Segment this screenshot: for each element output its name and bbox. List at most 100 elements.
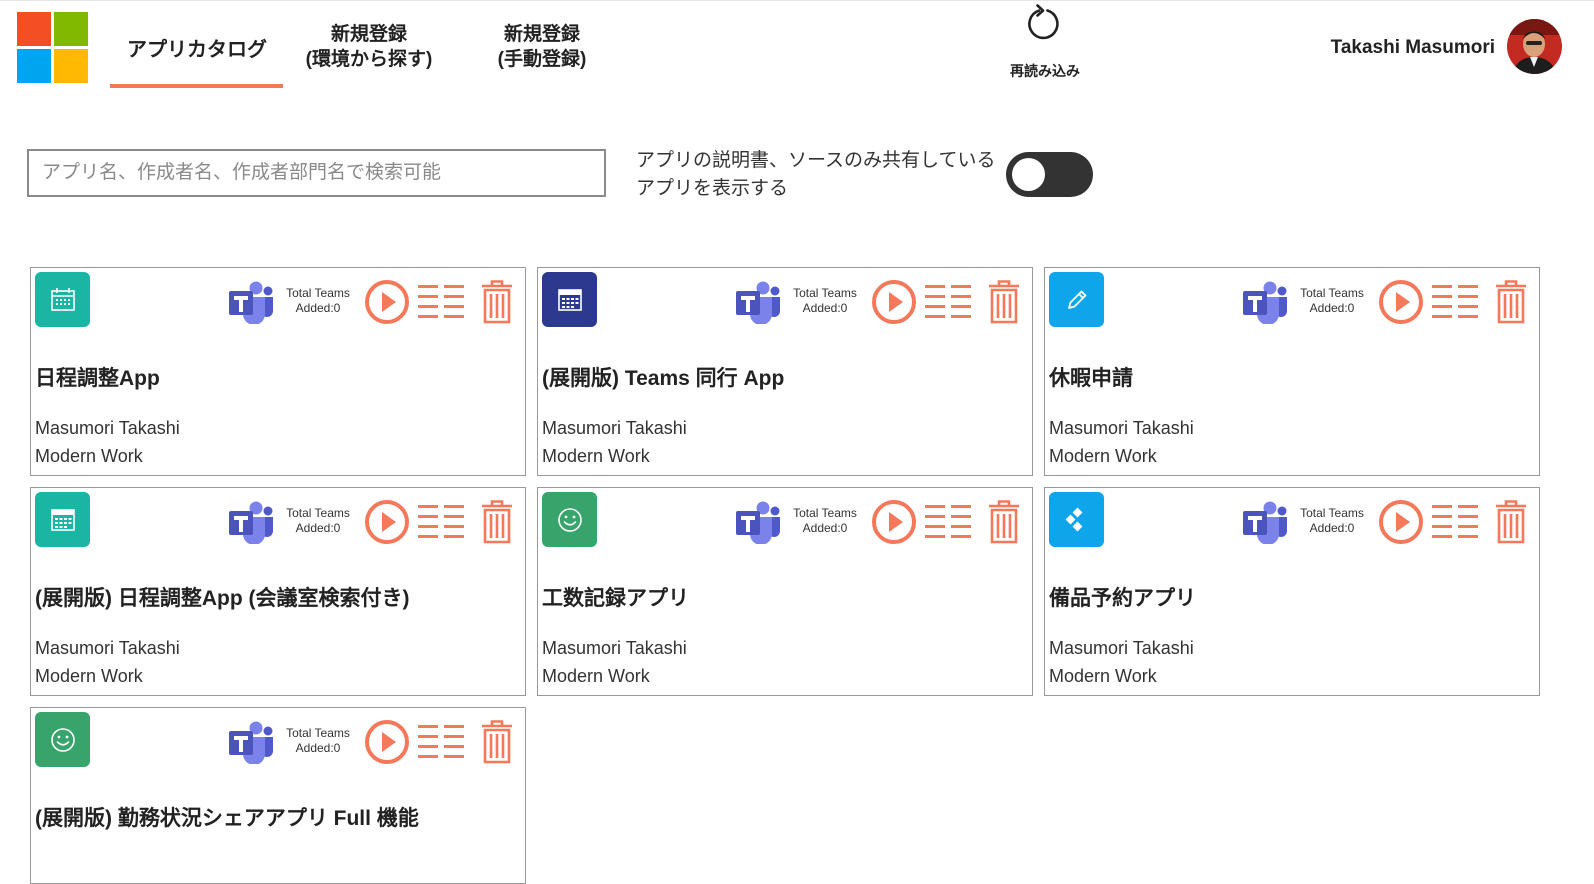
play-icon[interactable] (364, 279, 410, 325)
app-author: Masumori Takashi (35, 638, 180, 658)
smiley-icon (542, 492, 597, 547)
teams-icon (736, 501, 780, 544)
trash-icon[interactable] (481, 720, 513, 764)
share-only-toggle[interactable] (1006, 152, 1093, 197)
teams-icon (736, 281, 780, 324)
teams-added-count: Total Teams Added:0 (281, 506, 355, 536)
teams-icon (1243, 501, 1287, 544)
tab-label-line1: 新規登録 (330, 24, 407, 45)
teams-count-label: Total Teams (286, 506, 350, 520)
play-icon[interactable] (871, 279, 917, 325)
teams-count-value: Added:0 (802, 301, 848, 315)
app-author: Masumori Takashi (542, 638, 687, 658)
details-list-icon[interactable] (925, 282, 973, 322)
details-list-icon[interactable] (418, 282, 466, 322)
teams-count-value: Added:0 (295, 521, 341, 535)
app-department: Modern Work (542, 446, 650, 466)
app-title[interactable]: (展開版) 日程調整App (会議室検索付き) (35, 582, 409, 612)
details-list-icon[interactable] (1432, 502, 1480, 542)
microsoft-logo (17, 12, 88, 83)
app-author: Masumori Takashi (1049, 418, 1194, 438)
teams-icon (229, 281, 273, 324)
toggle-knob (1012, 158, 1045, 191)
teams-count-label: Total Teams (286, 286, 350, 300)
tab-label-line2: (手動登録) (497, 49, 587, 70)
trash-icon[interactable] (988, 500, 1020, 544)
teams-count-value: Added:0 (1309, 521, 1355, 535)
trash-icon[interactable] (988, 280, 1020, 324)
app-department: Modern Work (35, 666, 143, 686)
tab-register-manual[interactable]: 新規登録 (手動登録) (482, 22, 602, 72)
tab-app-catalog[interactable]: アプリカタログ (112, 33, 282, 62)
teams-count-label: Total Teams (793, 506, 857, 520)
app-title[interactable]: 備品予約アプリ (1049, 582, 1196, 612)
app-author: Masumori Takashi (1049, 638, 1194, 658)
teams-added-count: Total Teams Added:0 (281, 726, 355, 756)
details-list-icon[interactable] (925, 502, 973, 542)
reload-label[interactable]: 再読み込み (995, 61, 1095, 81)
teams-added-count: Total Teams Added:0 (1295, 506, 1369, 536)
teams-added-count: Total Teams Added:0 (281, 286, 355, 316)
teams-count-label: Total Teams (1300, 286, 1364, 300)
avatar[interactable] (1507, 19, 1562, 74)
tab-label-line2: (環境から探す) (305, 49, 433, 70)
app-card[interactable]: Total Teams Added:0 (展開 (30, 707, 526, 884)
active-tab-underline (110, 84, 283, 88)
teams-count-value: Added:0 (1309, 301, 1355, 315)
app-department: Modern Work (1049, 666, 1157, 686)
play-icon[interactable] (1378, 499, 1424, 545)
app-card[interactable]: Total Teams Added:0 (展開 (537, 267, 1033, 476)
teams-count-value: Added:0 (802, 521, 848, 535)
tab-register-from-environment[interactable]: 新規登録 (環境から探す) (296, 22, 442, 72)
user-name: Takashi Masumori (1330, 37, 1495, 58)
calendar-icon (35, 272, 90, 327)
teams-count-value: Added:0 (295, 301, 341, 315)
trash-icon[interactable] (1495, 500, 1527, 544)
app-author: Masumori Takashi (542, 418, 687, 438)
teams-count-label: Total Teams (286, 726, 350, 740)
app-title[interactable]: (展開版) 勤務状況シェアアプリ Full 機能 (35, 802, 419, 832)
details-list-icon[interactable] (418, 502, 466, 542)
app-department: Modern Work (1049, 446, 1157, 466)
trash-icon[interactable] (1495, 280, 1527, 324)
app-author: Masumori Takashi (35, 418, 180, 438)
teams-icon (229, 501, 273, 544)
teams-count-label: Total Teams (793, 286, 857, 300)
teams-count-label: Total Teams (1300, 506, 1364, 520)
top-border (0, 0, 1594, 1)
play-icon[interactable] (871, 499, 917, 545)
tab-label-line1: 新規登録 (503, 24, 580, 45)
play-icon[interactable] (364, 499, 410, 545)
app-card[interactable]: Total Teams Added:0 備品予約アプリ Masumori Tak… (1044, 487, 1540, 696)
app-title[interactable]: (展開版) Teams 同行 App (542, 362, 784, 392)
app-card[interactable]: Total Teams Added:0 日程調整App Masumori Tak… (30, 267, 526, 476)
teams-icon (1243, 281, 1287, 324)
pencil-icon (1049, 272, 1104, 327)
app-card[interactable]: Total Teams Added:0 工数記録アプリ Masumori Tak… (537, 487, 1033, 696)
app-card[interactable]: Total Teams Added:0 (展開 (30, 487, 526, 696)
app-card[interactable]: Total Teams Added:0 休暇申請 Masumori Takash… (1044, 267, 1540, 476)
reload-icon[interactable] (1025, 4, 1063, 44)
smiley-icon (35, 712, 90, 767)
trash-icon[interactable] (481, 280, 513, 324)
app-department: Modern Work (542, 666, 650, 686)
teams-added-count: Total Teams Added:0 (788, 506, 862, 536)
teams-added-count: Total Teams Added:0 (1295, 286, 1369, 316)
details-list-icon[interactable] (418, 722, 466, 762)
trash-icon[interactable] (481, 500, 513, 544)
diamond-dots-icon (1049, 492, 1104, 547)
share-only-toggle-label: アプリの説明書、ソースのみ共有しているアプリを表示する (636, 150, 996, 199)
app-title[interactable]: 工数記録アプリ (542, 582, 689, 612)
app-title[interactable]: 日程調整App (35, 362, 160, 392)
app-title[interactable]: 休暇申請 (1049, 362, 1133, 392)
teams-added-count: Total Teams Added:0 (788, 286, 862, 316)
app-department: Modern Work (35, 446, 143, 466)
details-list-icon[interactable] (1432, 282, 1480, 322)
play-icon[interactable] (364, 719, 410, 765)
teams-count-value: Added:0 (295, 741, 341, 755)
teams-icon (229, 721, 273, 764)
calendar-grid-icon (35, 492, 90, 547)
play-icon[interactable] (1378, 279, 1424, 325)
calendar-grid-icon (542, 272, 597, 327)
search-input[interactable] (27, 149, 606, 197)
